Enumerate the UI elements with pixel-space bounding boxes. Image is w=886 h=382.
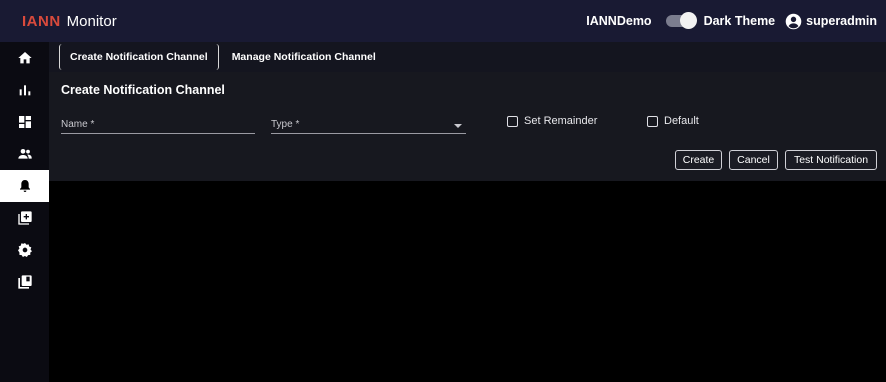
home-icon bbox=[17, 52, 32, 64]
user-name: superadmin bbox=[806, 14, 877, 28]
sidebar bbox=[0, 42, 49, 382]
sidebar-item-add[interactable] bbox=[0, 202, 49, 234]
users-icon bbox=[17, 149, 32, 159]
form-title: Create Notification Channel bbox=[61, 83, 225, 97]
toggle-thumb bbox=[679, 12, 697, 29]
brand[interactable]: IANN Monitor bbox=[22, 13, 117, 30]
gear-icon bbox=[17, 243, 32, 257]
tab-bar: Create Notification Channel Manage Notif… bbox=[49, 42, 886, 72]
name-field[interactable]: Name * bbox=[61, 118, 255, 134]
sidebar-item-library[interactable] bbox=[0, 266, 49, 298]
library-icon bbox=[17, 275, 32, 289]
sidebar-item-settings[interactable] bbox=[0, 234, 49, 266]
sidebar-item-dashboard[interactable] bbox=[0, 106, 49, 138]
sidebar-item-home[interactable] bbox=[0, 42, 49, 74]
tab-create-notification-channel[interactable]: Create Notification Channel bbox=[59, 44, 219, 70]
cancel-button[interactable]: Cancel bbox=[729, 150, 778, 170]
create-channel-form: Create Notification Channel Name * Type … bbox=[49, 72, 886, 181]
sidebar-item-analytics[interactable] bbox=[0, 74, 49, 106]
test-notification-button[interactable]: Test Notification bbox=[785, 150, 877, 170]
top-right-controls: IANNDemo Dark Theme superadmin bbox=[586, 12, 877, 30]
account-circle-icon bbox=[785, 13, 802, 29]
default-label: Default bbox=[664, 115, 699, 127]
sidebar-item-users[interactable] bbox=[0, 138, 49, 170]
tab-manage-notification-channel[interactable]: Manage Notification Channel bbox=[222, 44, 386, 70]
default-checkbox[interactable]: Default bbox=[647, 115, 699, 127]
set-remainder-label: Set Remainder bbox=[524, 115, 598, 127]
top-bar: IANN Monitor IANNDemo Dark Theme superad… bbox=[0, 0, 886, 42]
set-remainder-checkbox[interactable]: Set Remainder bbox=[507, 115, 597, 127]
bar-chart-icon bbox=[19, 85, 30, 96]
type-select[interactable]: Type * bbox=[271, 118, 466, 134]
sidebar-item-notifications[interactable] bbox=[0, 170, 49, 202]
chevron-down-icon bbox=[454, 124, 462, 128]
create-button[interactable]: Create bbox=[675, 150, 722, 170]
checkbox-icon bbox=[507, 115, 518, 127]
bell-icon bbox=[19, 180, 30, 192]
user-menu[interactable]: superadmin bbox=[785, 13, 877, 30]
org-name: IANNDemo bbox=[586, 14, 652, 28]
type-field-label: Type * bbox=[271, 119, 300, 130]
brand-logo: IANN bbox=[22, 12, 61, 30]
name-field-label: Name * bbox=[61, 119, 95, 130]
checkbox-icon bbox=[647, 115, 658, 127]
content-area bbox=[49, 181, 886, 382]
dashboard-icon bbox=[18, 116, 31, 128]
dark-theme-label: Dark Theme bbox=[703, 14, 776, 28]
dark-theme-toggle[interactable] bbox=[665, 12, 697, 29]
add-box-icon bbox=[17, 211, 32, 225]
app-title: Monitor bbox=[66, 12, 117, 30]
